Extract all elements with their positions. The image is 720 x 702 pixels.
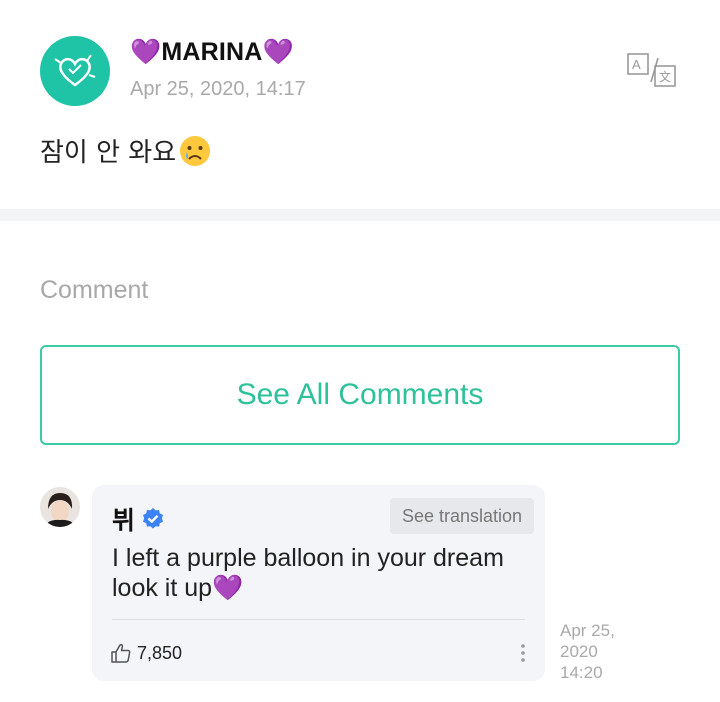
- card-divider: [112, 619, 525, 620]
- comment-card: 뷔 See translation I left a purple balloo…: [92, 485, 545, 681]
- thumbs-up-icon: [111, 643, 131, 663]
- like-button[interactable]: 7,850: [110, 642, 182, 664]
- commenter-name-row: 뷔: [112, 501, 165, 537]
- comment-date: Apr 25, 2020 14:20: [560, 621, 615, 682]
- post-text: 잠이 안 와요: [40, 138, 177, 168]
- author-avatar[interactable]: [40, 36, 110, 106]
- more-options-icon[interactable]: [517, 641, 529, 665]
- commenter-name[interactable]: 뷔: [112, 501, 135, 537]
- comment-section-heading: Comment: [40, 276, 149, 304]
- see-translation-button[interactable]: See translation: [390, 498, 534, 534]
- heart-doodle-icon: [54, 54, 96, 87]
- svg-text:文: 文: [659, 69, 671, 84]
- post-body: 잠이 안 와요: [40, 132, 212, 169]
- section-divider: [0, 209, 720, 221]
- comment-text: I left a purple balloon in your dream lo…: [112, 544, 504, 602]
- verified-badge-icon: [143, 508, 164, 529]
- like-count: 7,850: [137, 642, 183, 663]
- see-all-comments-button[interactable]: See All Comments: [40, 345, 680, 445]
- post-header: 💜MARINA💜 Apr 25, 2020, 14:17 A 文: [40, 36, 680, 106]
- svg-text:A: A: [632, 57, 641, 72]
- post-date: Apr 25, 2020, 14:17: [130, 78, 306, 100]
- translate-icon[interactable]: A 文: [625, 52, 677, 90]
- sad-face-icon: [180, 135, 211, 166]
- commenter-avatar[interactable]: [40, 487, 80, 527]
- post-author-name[interactable]: 💜MARINA💜: [130, 38, 294, 67]
